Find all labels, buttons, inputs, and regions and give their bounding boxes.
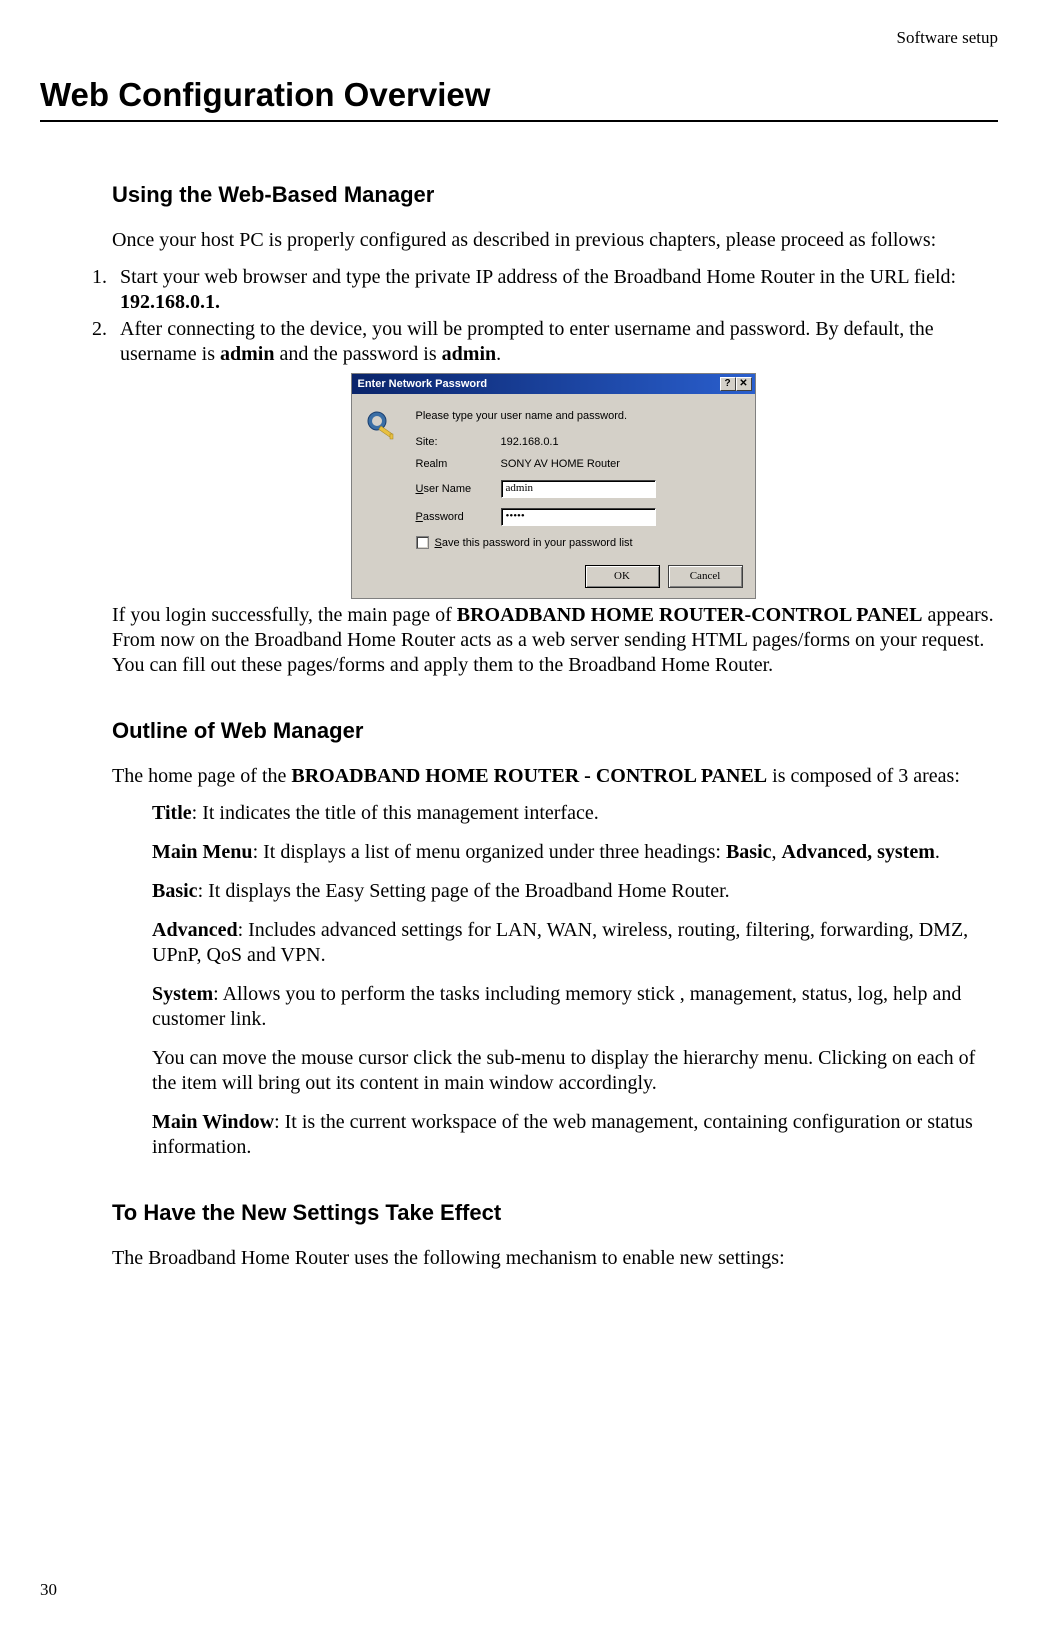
save-password-checkbox[interactable] (416, 536, 429, 549)
steps-list: Start your web browser and type the priv… (74, 265, 994, 367)
outline-intro: The home page of the BROADBAND HOME ROUT… (112, 764, 994, 789)
def-title: Title: It indicates the title of this ma… (152, 801, 994, 826)
password-dialog: Enter Network Password ? ✕ Please typ (351, 373, 756, 599)
intro-paragraph: Once your host PC is properly configured… (112, 228, 994, 253)
password-input[interactable]: ••••• (501, 508, 656, 526)
settings-intro: The Broadband Home Router uses the follo… (112, 1246, 994, 1271)
site-value: 192.168.0.1 (501, 436, 741, 448)
page-number: 30 (40, 1580, 57, 1600)
step-2-user: admin (220, 343, 274, 365)
definitions: Title: It indicates the title of this ma… (112, 801, 994, 1160)
username-label: User Name (416, 483, 501, 495)
def-basic: Basic: It displays the Easy Setting page… (152, 879, 994, 904)
section-heading-2: Outline of Web Manager (112, 718, 994, 744)
page-title: Web Configuration Overview (40, 76, 998, 122)
ok-button[interactable]: OK (585, 565, 660, 588)
dialog-title: Enter Network Password (358, 378, 488, 390)
save-password-label: Save this password in your password list (435, 537, 633, 549)
header-chapter: Software setup (40, 28, 998, 48)
password-label: Password (416, 511, 501, 523)
site-label: Site: (416, 436, 501, 448)
def-main-window: Main Window: It is the current workspace… (152, 1110, 994, 1160)
cancel-button[interactable]: Cancel (668, 565, 743, 588)
section-heading-3: To Have the New Settings Take Effect (112, 1200, 994, 1226)
step-1: Start your web browser and type the priv… (112, 265, 994, 315)
step-2-pass: admin (442, 343, 496, 365)
help-button[interactable]: ? (720, 377, 736, 391)
username-input[interactable]: admin (501, 480, 656, 498)
def-navigation: You can move the mouse cursor click the … (152, 1046, 994, 1096)
realm-value: SONY AV HOME Router (501, 458, 741, 470)
dialog-titlebar: Enter Network Password ? ✕ (352, 374, 755, 394)
step-2-e: . (496, 343, 501, 365)
step-1-ip: 192.168.0.1. (120, 291, 220, 313)
close-button[interactable]: ✕ (736, 377, 752, 391)
section-heading-1: Using the Web-Based Manager (112, 182, 994, 208)
step-2-c: and the password is (274, 343, 441, 365)
dialog-prompt: Please type your user name and password. (416, 410, 741, 422)
step-1-text: Start your web browser and type the priv… (120, 266, 956, 288)
key-icon (366, 410, 398, 442)
def-system: System: Allows you to perform the tasks … (152, 982, 994, 1032)
def-advanced: Advanced: Includes advanced settings for… (152, 918, 994, 968)
post-login-paragraph: If you login successfully, the main page… (112, 603, 994, 678)
realm-label: Realm (416, 458, 501, 470)
def-main-menu: Main Menu: It displays a list of menu or… (152, 840, 994, 865)
step-2: After connecting to the device, you will… (112, 317, 994, 367)
